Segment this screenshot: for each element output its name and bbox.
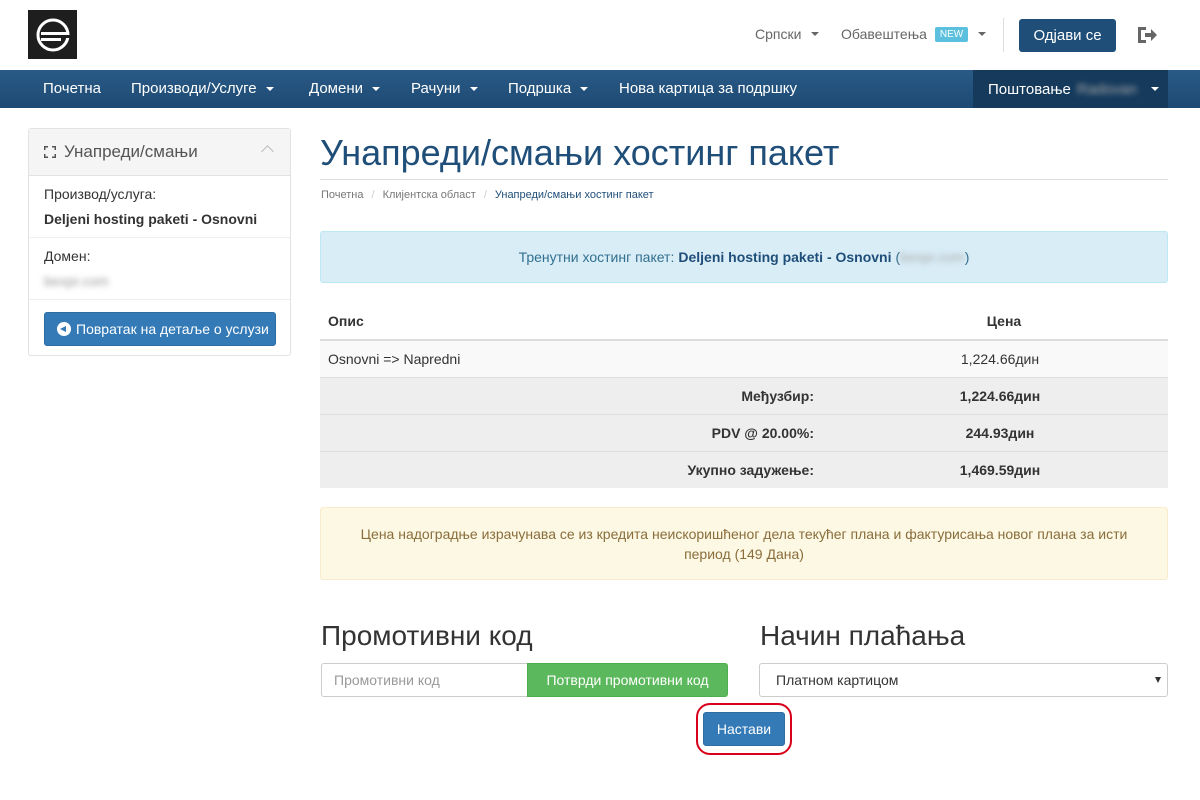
tax-value: 244.93дин: [832, 413, 1168, 451]
breadcrumb-home[interactable]: Почетна: [321, 189, 364, 201]
breadcrumb-separator: /: [371, 189, 375, 201]
total-label: Укупно задужење:: [320, 450, 832, 488]
logout-button[interactable]: Одјави се: [1019, 19, 1116, 52]
table-row: Osnovni => Napredni 1,224.66дин: [320, 339, 1168, 377]
product-value: Deljeni hosting paketi - Osnovni: [44, 211, 258, 227]
promo-code-input[interactable]: [321, 663, 528, 697]
sidebar-product: Производ/услуга: Deljeni hosting paketi …: [29, 176, 290, 238]
subtotal-row: Међузбир: 1,224.66дин: [320, 376, 1168, 414]
nav-billing[interactable]: Рачуни: [411, 70, 478, 108]
language-dropdown[interactable]: Српски: [755, 26, 820, 42]
arrow-circle-left-icon: [57, 322, 71, 336]
payment-section-title: Начин плаћања: [760, 620, 966, 651]
total-value: 1,469.59дин: [832, 450, 1168, 488]
caret-down-icon: [1150, 87, 1159, 91]
caret-down-icon: [580, 87, 589, 91]
item-price: 1,224.66дин: [832, 339, 1168, 377]
tax-label: PDV @ 20.00%:: [320, 413, 832, 451]
main-navbar: Почетна Производи/Услуге Домени Рачуни П…: [0, 70, 1200, 108]
sidebar-title: Унапреди/смањи: [64, 142, 198, 161]
expand-icon: [44, 146, 56, 158]
sidebar-header[interactable]: Унапреди/смањи: [29, 129, 290, 176]
sign-out-icon[interactable]: [1136, 25, 1158, 45]
top-header: Српски Обавештења NEW Одјави се: [0, 0, 1200, 70]
breadcrumb-separator: /: [483, 189, 487, 201]
current-package-prefix: Тренутни хостинг пакет:: [518, 249, 675, 265]
continue-button[interactable]: Настави: [703, 712, 785, 746]
page-title: Унапреди/смањи хостинг пакет: [320, 132, 840, 173]
breadcrumb-client-area[interactable]: Клијентска област: [383, 189, 476, 201]
nav-domains[interactable]: Домени: [309, 70, 380, 108]
current-package-alert: Тренутни хостинг пакет: Deljeni hosting …: [320, 231, 1168, 283]
nav-support[interactable]: Подршка: [508, 70, 589, 108]
breadcrumb-current: Унапреди/смањи хостинг пакет: [494, 189, 654, 201]
payment-method-value: Платном картицом: [776, 672, 899, 688]
proration-notice: Цена надоградње израчунава се из кредита…: [320, 507, 1168, 580]
current-package-name: Deljeni hosting paketi - Osnovni: [678, 249, 892, 265]
tax-row: PDV @ 20.00%: 244.93дин: [320, 413, 1168, 451]
header-divider: [1003, 18, 1004, 52]
column-description: Опис: [320, 303, 832, 341]
domain-label: Домен:: [44, 248, 91, 264]
new-badge: NEW: [934, 26, 969, 42]
title-divider: [320, 179, 1168, 180]
nav-products[interactable]: Производи/Услуге: [131, 70, 274, 108]
chevron-up-icon[interactable]: [261, 145, 274, 158]
current-package-domain: bexpr.com: [900, 249, 965, 265]
notifications-dropdown[interactable]: Обавештења NEW: [841, 26, 987, 42]
table-header-row: Опис Цена: [320, 303, 1168, 341]
user-name: Radovan: [1076, 80, 1137, 98]
payment-method-select[interactable]: Платном картицом: [759, 663, 1168, 697]
caret-down-icon: [265, 87, 274, 91]
sidebar-domain: Домен: bexpr.com: [29, 238, 290, 300]
user-menu[interactable]: Поштовање Radovan: [973, 70, 1168, 108]
column-price: Цена: [832, 303, 1168, 341]
subtotal-label: Међузбир:: [320, 376, 832, 414]
upgrade-summary-table: Опис Цена Osnovni => Napredni 1,224.66ди…: [320, 303, 1168, 488]
sidebar-panel: Унапреди/смањи Производ/услуга: Deljeni …: [28, 128, 291, 356]
domain-value: bexpr.com: [44, 273, 109, 289]
validate-promo-button[interactable]: Потврди промотивни код: [527, 663, 728, 697]
subtotal-value: 1,224.66дин: [832, 376, 1168, 414]
back-to-service-button[interactable]: Повратак на детаље о услузи: [44, 312, 276, 346]
select-arrow-icon: [1155, 677, 1161, 683]
product-label: Производ/услуга:: [44, 186, 157, 202]
caret-down-icon: [469, 87, 478, 91]
nav-home[interactable]: Почетна: [43, 70, 101, 108]
total-row: Укупно задужење: 1,469.59дин: [320, 450, 1168, 488]
caret-down-icon: [811, 32, 820, 36]
caret-down-icon: [978, 32, 987, 36]
brand-logo[interactable]: [28, 10, 77, 59]
item-description: Osnovni => Napredni: [320, 339, 832, 377]
caret-down-icon: [372, 87, 380, 91]
promo-section-title: Промотивни код: [321, 620, 533, 651]
breadcrumb: Почетна / Клијентска област / Унапреди/с…: [321, 189, 654, 201]
nav-open-ticket[interactable]: Нова картица за подршку: [619, 70, 797, 108]
